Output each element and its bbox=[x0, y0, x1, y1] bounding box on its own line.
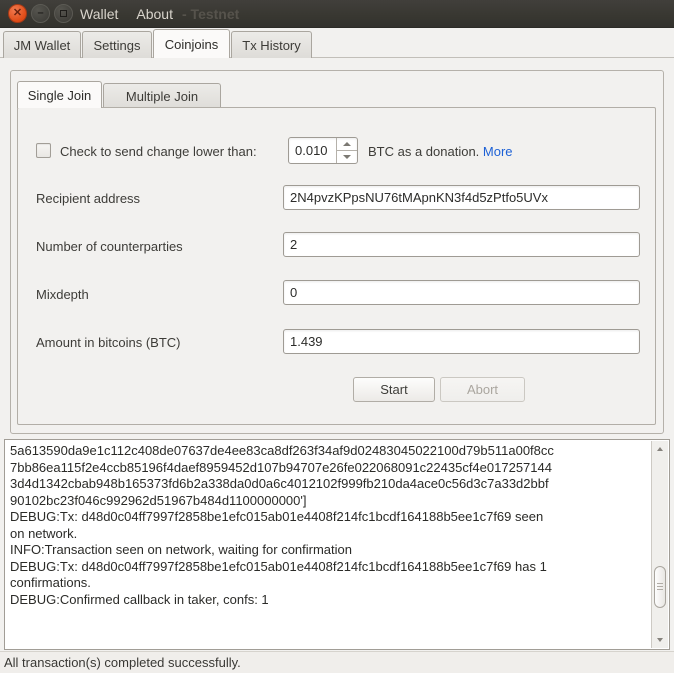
log-line: DEBUG:Confirmed callback in taker, confs… bbox=[10, 592, 645, 609]
titlebar: ✕ – Wallet About - Testnet bbox=[0, 0, 674, 28]
amount-input[interactable] bbox=[283, 329, 640, 354]
amount-label: Amount in bitcoins (BTC) bbox=[36, 335, 181, 350]
scroll-down-button[interactable] bbox=[652, 632, 668, 648]
main-tabbar: JM Wallet Settings Coinjoins Tx History bbox=[0, 28, 674, 58]
log-line: 7bb86ea115f2e4ccb85196f4daef8959452d107b… bbox=[10, 460, 645, 477]
tab-jm-wallet[interactable]: JM Wallet bbox=[3, 31, 81, 58]
spin-down-button[interactable] bbox=[337, 151, 357, 163]
tab-settings[interactable]: Settings bbox=[82, 31, 152, 58]
menubar: Wallet About bbox=[80, 6, 173, 22]
counterparties-input[interactable] bbox=[283, 232, 640, 257]
log-line: DEBUG:Tx: d48d0c04ff7997f2858be1efc015ab… bbox=[10, 559, 645, 576]
donation-checkbox[interactable] bbox=[36, 143, 51, 158]
log-line: DEBUG:Tx: d48d0c04ff7997f2858be1efc015ab… bbox=[10, 509, 645, 526]
donation-suffix-text: BTC as a donation. bbox=[368, 144, 479, 159]
log-line: 90102bc23f046c992962d51967b484d110000000… bbox=[10, 493, 645, 510]
maximize-glyph bbox=[60, 10, 67, 17]
log-line: 3d4d1342cbab948b165373fd6b2a338da0d0a6c4… bbox=[10, 476, 645, 493]
log-line: confirmations. bbox=[10, 575, 645, 592]
log-line: INFO:Transaction seen on network, waitin… bbox=[10, 542, 645, 559]
more-link[interactable]: More bbox=[483, 144, 513, 159]
window-title: - Testnet bbox=[182, 6, 239, 22]
log-output[interactable]: 5a613590da9e1c112c408de07637de4ee83ca8df… bbox=[4, 439, 670, 650]
donation-amount-value[interactable]: 0.010 bbox=[289, 138, 336, 163]
maximize-icon[interactable] bbox=[54, 4, 73, 23]
app-window: ✕ – Wallet About - Testnet JM Wallet Set… bbox=[0, 0, 674, 673]
log-scrollbar[interactable] bbox=[651, 441, 668, 648]
grip-icon bbox=[657, 589, 663, 590]
minimize-icon[interactable]: – bbox=[31, 4, 50, 23]
recipient-address-label: Recipient address bbox=[36, 191, 140, 206]
status-text: All transaction(s) completed successfull… bbox=[4, 655, 241, 670]
tab-multiple-join[interactable]: Multiple Join bbox=[103, 83, 221, 109]
tab-tx-history[interactable]: Tx History bbox=[231, 31, 312, 58]
status-bar: All transaction(s) completed successfull… bbox=[0, 651, 674, 673]
counterparties-label: Number of counterparties bbox=[36, 239, 183, 254]
menu-about[interactable]: About bbox=[136, 6, 173, 22]
chevron-down-icon bbox=[343, 155, 351, 159]
scroll-down-icon bbox=[657, 638, 663, 642]
scroll-up-icon bbox=[657, 447, 663, 451]
start-button[interactable]: Start bbox=[353, 377, 435, 402]
log-line: on network. bbox=[10, 526, 645, 543]
log-line: 5a613590da9e1c112c408de07637de4ee83ca8df… bbox=[10, 443, 645, 460]
mixdepth-label: Mixdepth bbox=[36, 287, 89, 302]
donation-suffix: BTC as a donation. More bbox=[368, 144, 513, 159]
spin-up-button[interactable] bbox=[337, 138, 357, 151]
donation-label: Check to send change lower than: bbox=[60, 144, 257, 159]
recipient-address-input[interactable] bbox=[283, 185, 640, 210]
mixdepth-input[interactable] bbox=[283, 280, 640, 305]
scrollbar-track[interactable] bbox=[652, 457, 668, 632]
tab-single-join[interactable]: Single Join bbox=[17, 81, 102, 108]
menu-wallet[interactable]: Wallet bbox=[80, 6, 118, 22]
tab-coinjoins[interactable]: Coinjoins bbox=[153, 29, 230, 58]
abort-button: Abort bbox=[440, 377, 525, 402]
scrollbar-thumb[interactable] bbox=[654, 566, 666, 608]
close-icon[interactable]: ✕ bbox=[8, 4, 27, 23]
grip-icon bbox=[657, 586, 663, 587]
donation-amount-stepper[interactable]: 0.010 bbox=[288, 137, 358, 164]
chevron-up-icon bbox=[343, 142, 351, 146]
scroll-up-button[interactable] bbox=[652, 441, 668, 457]
spin-buttons bbox=[336, 138, 357, 163]
grip-icon bbox=[657, 583, 663, 584]
